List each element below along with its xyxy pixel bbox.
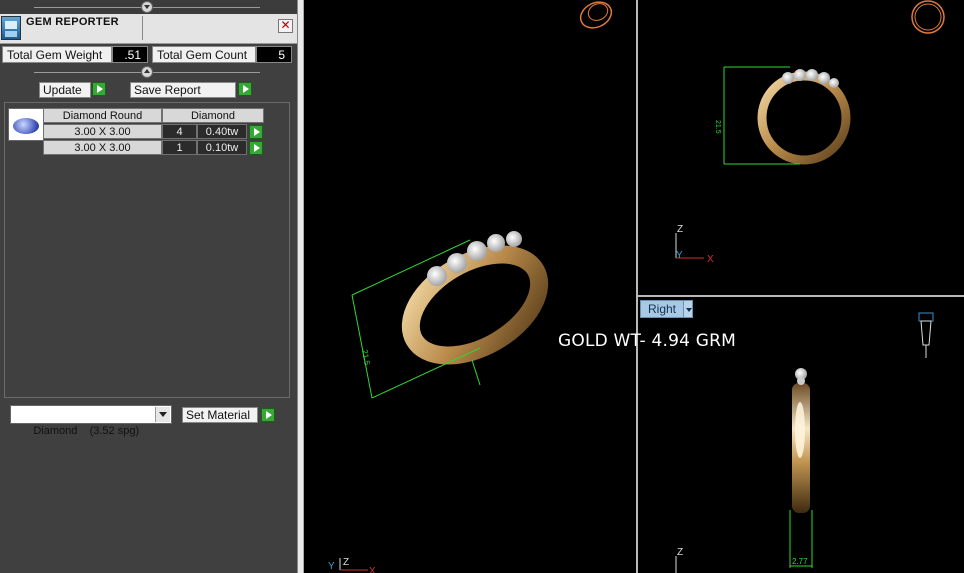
ring-right-model[interactable] [789,368,813,568]
ring-perspective-model[interactable] [351,231,557,399]
right-axis-z: Z [677,547,683,558]
gold-weight-annotation: GOLD WT- 4.94 GRM [558,331,736,351]
perspective-viewport[interactable]: 21.5 Z Y X 21.5 Z Y X 2.77 Z [0,0,964,573]
view-menu-chevron-icon[interactable] [683,300,693,318]
perspective-axis-z: Z [343,557,349,568]
right-dimension-label: 2.77 [792,557,808,566]
perspective-axis-x: X [369,566,376,573]
perspective-axis-y: Y [328,561,335,572]
pen-nib-icon[interactable] [918,312,934,358]
ring-wireframe-icon[interactable] [576,0,615,33]
perspective-dimension-label: 21.5 [360,349,372,366]
ring-wireframe-front-icon[interactable] [911,0,945,34]
front-axis-x: X [707,254,714,265]
front-axis-z: Z [677,224,683,235]
front-axis-y: Y [676,250,683,261]
front-dimension-label: 21.5 [714,120,721,134]
stones-front [782,69,839,88]
ring-front-model[interactable] [723,66,851,165]
